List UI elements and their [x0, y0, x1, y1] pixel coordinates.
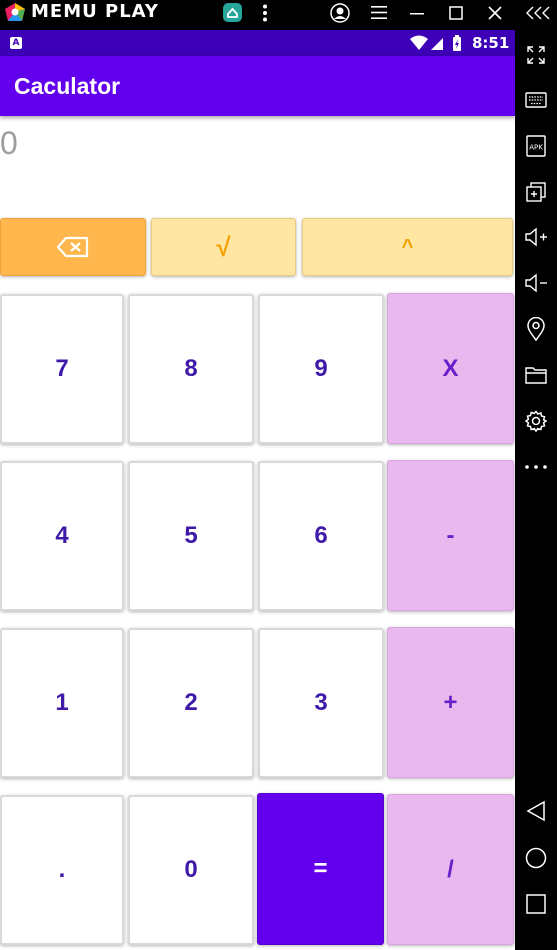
location-icon[interactable]: [515, 314, 557, 344]
key-9[interactable]: 9: [258, 294, 384, 444]
folder-icon[interactable]: [515, 360, 557, 390]
wifi-icon: [410, 35, 428, 50]
battery-icon: [453, 35, 461, 51]
keyboard-icon[interactable]: [515, 85, 557, 115]
close-icon[interactable]: [484, 0, 506, 25]
status-time: 8:51: [472, 34, 510, 52]
key-2[interactable]: 2: [128, 628, 254, 778]
key-4[interactable]: 4: [0, 461, 124, 611]
settings-icon[interactable]: [515, 406, 557, 436]
back-icon[interactable]: [515, 796, 557, 826]
key-5[interactable]: 5: [128, 461, 254, 611]
key-6[interactable]: 6: [258, 461, 384, 611]
decimal-button[interactable]: .: [0, 795, 124, 945]
emulator-sidebar: APK: [515, 25, 557, 950]
add-window-icon[interactable]: [515, 177, 557, 207]
result-display: 0: [0, 125, 18, 161]
key-3[interactable]: 3: [258, 628, 384, 778]
divide-button[interactable]: /: [387, 794, 514, 945]
app-bar: Caculator: [0, 56, 515, 116]
equals-button[interactable]: =: [257, 793, 384, 945]
fullscreen-icon[interactable]: [515, 40, 557, 70]
chevrons-left-icon[interactable]: [523, 0, 553, 25]
add-button[interactable]: +: [387, 627, 514, 778]
app-shortcut-icon[interactable]: [221, 0, 243, 25]
apk-label: APK: [529, 144, 543, 152]
notification-icon: A: [10, 37, 22, 49]
minimize-icon[interactable]: [406, 0, 428, 25]
key-0[interactable]: 0: [128, 795, 254, 945]
emulator-title-bar: MEMU PLAY: [0, 0, 557, 25]
multiply-button[interactable]: X: [387, 293, 514, 444]
account-icon[interactable]: [328, 0, 352, 25]
sqrt-button[interactable]: √: [151, 218, 296, 276]
status-bar: A 8:51: [0, 30, 515, 56]
apk-icon[interactable]: APK: [515, 131, 557, 161]
volume-down-icon[interactable]: [515, 268, 557, 298]
backspace-button[interactable]: [0, 218, 146, 276]
backspace-icon: [57, 236, 89, 258]
key-7[interactable]: 7: [0, 294, 124, 444]
emulator-title: MEMU PLAY: [31, 1, 159, 22]
hamburger-menu-icon[interactable]: [368, 0, 390, 25]
power-button[interactable]: ^: [302, 218, 513, 276]
maximize-icon[interactable]: [445, 0, 467, 25]
recents-icon[interactable]: [515, 889, 557, 919]
menu-dots-icon[interactable]: [255, 0, 275, 25]
volume-up-icon[interactable]: [515, 222, 557, 252]
key-1[interactable]: 1: [0, 628, 124, 778]
memu-logo-icon: [5, 3, 25, 21]
home-icon[interactable]: [515, 843, 557, 873]
app-title: Caculator: [14, 73, 121, 99]
android-screen: A 8:51 Caculator 0 √ ^ 7 8 9 X 4 5 6 - 1…: [0, 30, 515, 950]
key-8[interactable]: 8: [128, 294, 254, 444]
status-icons: [410, 35, 461, 51]
signal-icon: [431, 38, 443, 50]
subtract-button[interactable]: -: [387, 460, 514, 611]
more-icon[interactable]: [515, 452, 557, 482]
